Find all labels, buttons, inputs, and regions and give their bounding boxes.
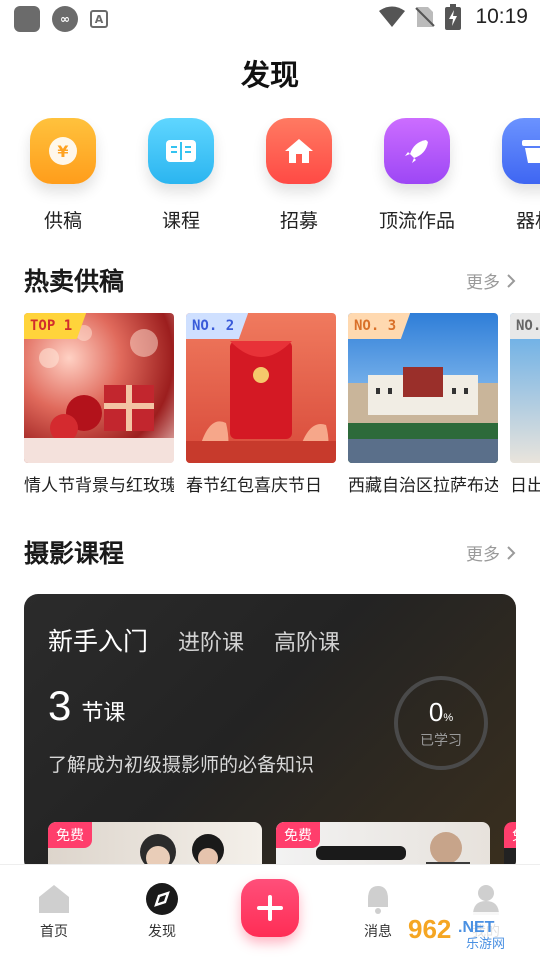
- card-title: 春节红包喜庆节日: [186, 476, 322, 496]
- svg-text:¥: ¥: [57, 142, 68, 161]
- lesson-count: 3 节课: [48, 682, 125, 730]
- a-notification-icon: A: [90, 10, 108, 28]
- nav-discover[interactable]: 发现: [122, 881, 202, 941]
- status-notifications: ∞ A: [14, 6, 108, 32]
- compass-icon: [144, 881, 180, 917]
- home-nav-icon: [36, 881, 72, 917]
- home-icon: [266, 118, 332, 184]
- hot-card[interactable]: NO. 2 春节红包喜庆节日: [186, 313, 336, 496]
- rank-badge: TOP 1: [24, 313, 87, 339]
- infinity-notification-icon: ∞: [52, 6, 78, 32]
- equipment-icon: [502, 118, 540, 184]
- hot-more-link[interactable]: 更多: [466, 268, 516, 293]
- yuan-icon: ¥: [30, 118, 96, 184]
- category-equipment[interactable]: 器材: [480, 118, 540, 233]
- free-tag: 免: [504, 822, 516, 848]
- status-system: 10:19: [379, 4, 528, 30]
- lesson-count-number: 3: [48, 682, 72, 729]
- course-panel: 新手入门 进阶课 高阶课 3 节课 了解成为初级摄影师的必备知识 0% 已学习 …: [24, 594, 516, 874]
- status-bar: ∞ A 10:19: [0, 0, 540, 36]
- rocket-icon: [384, 118, 450, 184]
- nav-label: 首页: [40, 924, 68, 940]
- category-recruit[interactable]: 招募: [244, 118, 354, 233]
- clock: 10:19: [475, 5, 528, 28]
- card-title: 西藏自治区拉萨布达拉宫: [348, 476, 498, 496]
- wifi-icon: [379, 6, 406, 27]
- section-title: 热卖供稿: [24, 267, 125, 296]
- category-label: 供稿: [43, 210, 82, 232]
- book-icon: [148, 118, 214, 184]
- battery-charging-icon: [445, 4, 462, 30]
- create-button[interactable]: [241, 879, 299, 937]
- category-label: 顶流作品: [378, 210, 455, 232]
- category-courses[interactable]: 课程: [126, 118, 236, 233]
- hot-section-header: 热卖供稿 更多: [24, 262, 516, 302]
- no-sim-icon: [415, 7, 436, 27]
- tab-intermediate[interactable]: 进阶课: [178, 625, 244, 657]
- more-label: 更多: [466, 545, 500, 565]
- chevron-right-icon: [507, 273, 516, 288]
- progress-number: 0: [428, 696, 444, 727]
- course-description: 了解成为初级摄影师的必备知识: [48, 754, 315, 776]
- course-section-header: 摄影课程 更多: [24, 534, 516, 574]
- svg-text:.NET: .NET: [458, 919, 495, 936]
- bell-icon: [360, 881, 396, 917]
- nav-label: 发现: [148, 924, 176, 940]
- progress-ring: 0% 已学习: [394, 676, 488, 770]
- hot-card[interactable]: TOP 1 情人节背景与红玫瑰: [24, 313, 174, 496]
- svg-text:962: 962: [408, 914, 451, 944]
- category-row: ¥ 供稿 课程 招募 顶流作品 器材: [0, 118, 540, 238]
- more-label: 更多: [466, 273, 500, 293]
- watermark-logo: 962 .NET 乐游网: [402, 910, 538, 954]
- category-top-works[interactable]: 顶流作品: [362, 118, 472, 233]
- category-label: 器材: [515, 210, 540, 232]
- category-label: 课程: [161, 210, 200, 232]
- free-tag: 免费: [48, 822, 92, 848]
- free-tag: 免费: [276, 822, 320, 848]
- category-label: 招募: [279, 210, 318, 232]
- lesson-count-unit: 节课: [81, 701, 126, 726]
- card-title: 情人节背景与红玫瑰: [24, 476, 174, 496]
- hot-card[interactable]: NO. 3 西藏自治区拉萨布达拉宫: [348, 313, 498, 496]
- rank-badge: NO.: [510, 313, 540, 339]
- page-title: 发现: [240, 58, 299, 92]
- nav-home[interactable]: 首页: [14, 881, 94, 941]
- card-image: NO. 3: [348, 313, 498, 463]
- progress-label: 已学习: [420, 732, 462, 749]
- card-image: TOP 1: [24, 313, 174, 463]
- tab-beginner[interactable]: 新手入门: [48, 622, 148, 658]
- progress-value: 0%: [429, 697, 453, 728]
- rank-badge: NO. 2: [186, 313, 249, 339]
- course-tabs: 新手入门 进阶课 高阶课: [48, 622, 340, 658]
- svg-text:乐游网: 乐游网: [466, 937, 505, 952]
- card-image: NO. 2: [186, 313, 336, 463]
- course-more-link[interactable]: 更多: [466, 540, 516, 565]
- category-submissions[interactable]: ¥ 供稿: [8, 118, 118, 233]
- tab-advanced[interactable]: 高阶课: [274, 625, 340, 657]
- plus-icon: [257, 895, 283, 921]
- hot-card[interactable]: NO. 日出: [510, 313, 540, 496]
- card-title: 日出: [510, 476, 540, 496]
- progress-unit: %: [443, 711, 454, 724]
- rank-badge: NO. 3: [348, 313, 411, 339]
- hot-card-list: TOP 1 情人节背景与红玫瑰 NO. 2 春节红包喜庆节日 NO. 3 西藏自…: [24, 313, 540, 503]
- chevron-right-icon: [507, 545, 516, 560]
- card-image: NO.: [510, 313, 540, 463]
- section-title: 摄影课程: [24, 539, 125, 568]
- app-notification-icon: [14, 6, 40, 32]
